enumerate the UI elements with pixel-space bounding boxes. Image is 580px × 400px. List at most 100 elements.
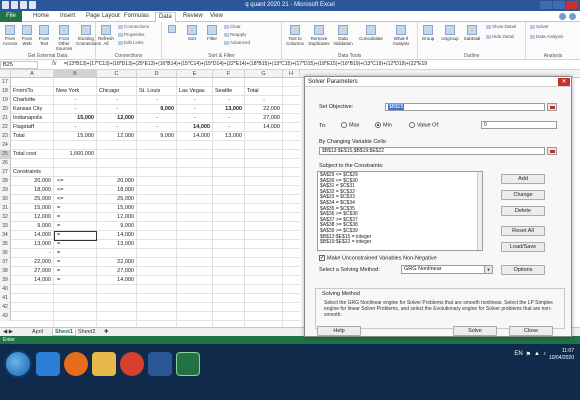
cell[interactable]: - — [177, 105, 213, 114]
language-indicator[interactable]: EN — [514, 351, 522, 358]
show-detail-link[interactable]: Show Detail — [486, 24, 516, 29]
file-explorer-icon[interactable] — [92, 352, 116, 376]
cell[interactable]: - — [54, 105, 97, 114]
cell[interactable]: - — [213, 96, 245, 105]
cell[interactable]: 13,000 — [11, 240, 54, 249]
objective-picker-icon[interactable] — [547, 103, 557, 111]
sheet-row[interactable]: 28 20,000 <= 20,000 — [0, 177, 300, 186]
data-validation-button[interactable]: Data Validation — [332, 25, 354, 46]
help-button[interactable]: Help — [317, 326, 361, 336]
from-text-button[interactable]: From Text — [36, 25, 52, 46]
advanced-link[interactable]: Advanced — [224, 40, 250, 45]
constraint-item[interactable]: $B$19:$E$22 = integer — [320, 240, 480, 246]
cell[interactable]: Chicago — [97, 87, 137, 96]
row-header[interactable]: 31 — [0, 204, 11, 213]
excel-icon[interactable] — [176, 352, 200, 376]
changing-cells-input[interactable]: $B$13:$E$15,$B$19:$E$22 — [319, 147, 545, 155]
row-header[interactable]: 23 — [0, 132, 11, 141]
refresh-all-button[interactable]: Refresh All — [98, 25, 114, 46]
row-header[interactable]: 29 — [0, 186, 11, 195]
cell[interactable]: 13,000 — [213, 132, 245, 141]
hide-detail-link[interactable]: Hide Detail — [486, 34, 514, 39]
reapply-link[interactable]: Reapply — [224, 32, 247, 37]
cell[interactable]: - — [54, 123, 97, 132]
row-header[interactable]: 27 — [0, 168, 11, 177]
column-header-b[interactable]: B — [54, 70, 97, 78]
row-header[interactable]: 24 — [0, 141, 11, 150]
cell[interactable]: 25,000 — [97, 195, 137, 204]
cell[interactable]: 27,000 — [97, 267, 137, 276]
row-header[interactable]: 39 — [0, 276, 11, 285]
clock[interactable]: 11:07 10/04/2020 — [549, 348, 574, 362]
sheet-row[interactable]: 39 14,000 = 14,000 — [0, 276, 300, 285]
cell[interactable]: 12,000 — [97, 213, 137, 222]
cell[interactable]: Constraints — [11, 168, 54, 177]
sheet-row[interactable]: 24 — [0, 141, 300, 150]
start-button-icon[interactable] — [4, 350, 32, 378]
sheet-row[interactable]: 32 12,000 = 12,000 — [0, 213, 300, 222]
row-header[interactable]: 38 — [0, 267, 11, 276]
cell[interactable]: 25,000 — [11, 195, 54, 204]
from-web-button[interactable]: From Web — [19, 25, 35, 46]
cell[interactable]: - — [11, 249, 54, 258]
solve-button[interactable]: Solve — [453, 326, 497, 336]
close-window-button[interactable] — [566, 1, 578, 9]
from-access-button[interactable]: From Access — [2, 25, 18, 46]
cell[interactable]: 14,000 — [11, 231, 54, 240]
cell[interactable]: Las Vegas — [177, 87, 213, 96]
row-header[interactable]: 18 — [0, 87, 11, 96]
constraints-list[interactable]: $A$29 <= $C$29 $A$30 <= $C$30 $A$31 = $C$3… — [317, 171, 483, 251]
cell[interactable]: 20,000 — [97, 177, 137, 186]
ungroup-button[interactable]: Ungroup — [440, 25, 460, 41]
sheet-row[interactable]: 26 — [0, 159, 300, 168]
cell[interactable]: = — [54, 240, 97, 249]
cell[interactable]: 20,000 — [11, 177, 54, 186]
cell[interactable]: Indianapolis — [11, 114, 54, 123]
tab-formulas[interactable]: Formulas — [124, 13, 149, 19]
sheet-row[interactable]: 17 — [0, 78, 300, 87]
sheet-tab-april[interactable]: April — [32, 329, 43, 335]
sheet-row[interactable]: 35 13,000 = 13,000 — [0, 240, 300, 249]
cell[interactable]: 27,000 — [245, 114, 283, 123]
cell[interactable]: 15,000 — [11, 204, 54, 213]
group-button[interactable]: Group — [420, 25, 436, 41]
sheet-row[interactable]: 42 — [0, 303, 300, 312]
volume-icon[interactable]: ♪ — [543, 351, 546, 358]
column-header-a[interactable]: A — [11, 70, 54, 78]
cell[interactable]: 12,000 — [97, 132, 137, 141]
changing-cells-picker-icon[interactable] — [547, 147, 557, 155]
sheet-row[interactable]: 21 Indianapolis 15,000 12,000- - -27,000 — [0, 114, 300, 123]
row-header[interactable]: 20 — [0, 105, 11, 114]
sheet-tab-sheet2[interactable]: Sheet2 — [78, 329, 95, 335]
reset-all-button[interactable]: Reset All — [501, 226, 545, 236]
sheet-row[interactable]: 33 9,000 = 9,000 — [0, 222, 300, 231]
row-header[interactable]: 25 — [0, 150, 11, 159]
tab-view[interactable]: View — [210, 13, 223, 19]
load-save-button[interactable]: Load/Save — [501, 242, 545, 252]
sheet-row[interactable]: 30 25,000 <= 25,000 — [0, 195, 300, 204]
cell[interactable]: Total cost — [11, 150, 54, 159]
cell[interactable]: = — [54, 258, 97, 267]
constraints-scrollbar[interactable] — [477, 172, 482, 250]
row-header[interactable]: 34 — [0, 231, 11, 240]
from-other-sources-button[interactable]: From Other Sources — [54, 25, 74, 51]
cell[interactable]: - — [54, 96, 97, 105]
sheet-row[interactable]: 38 27,000 = 27,000 — [0, 267, 300, 276]
row-header[interactable]: 43 — [0, 312, 11, 321]
sheet-row[interactable]: 37 22,000 = 22,000 — [0, 258, 300, 267]
cell[interactable]: - — [177, 96, 213, 105]
row-header[interactable]: 35 — [0, 240, 11, 249]
cell[interactable]: Flagstaff — [11, 123, 54, 132]
cell[interactable]: 13,000 — [97, 240, 137, 249]
cell[interactable]: <= — [54, 186, 97, 195]
cell[interactable]: 9,000 — [11, 222, 54, 231]
minimize-button[interactable] — [540, 1, 552, 9]
cell[interactable]: 22,000 — [97, 258, 137, 267]
options-button[interactable]: Options — [501, 265, 545, 275]
cell[interactable]: 1,660,000 — [54, 150, 97, 159]
internet-explorer-icon[interactable] — [36, 352, 60, 376]
cell[interactable]: - — [177, 114, 213, 123]
filter-button[interactable]: Filter — [204, 25, 220, 41]
data-analysis-link[interactable]: Data Analysis — [530, 34, 563, 39]
cell[interactable]: 15,000 — [97, 204, 137, 213]
